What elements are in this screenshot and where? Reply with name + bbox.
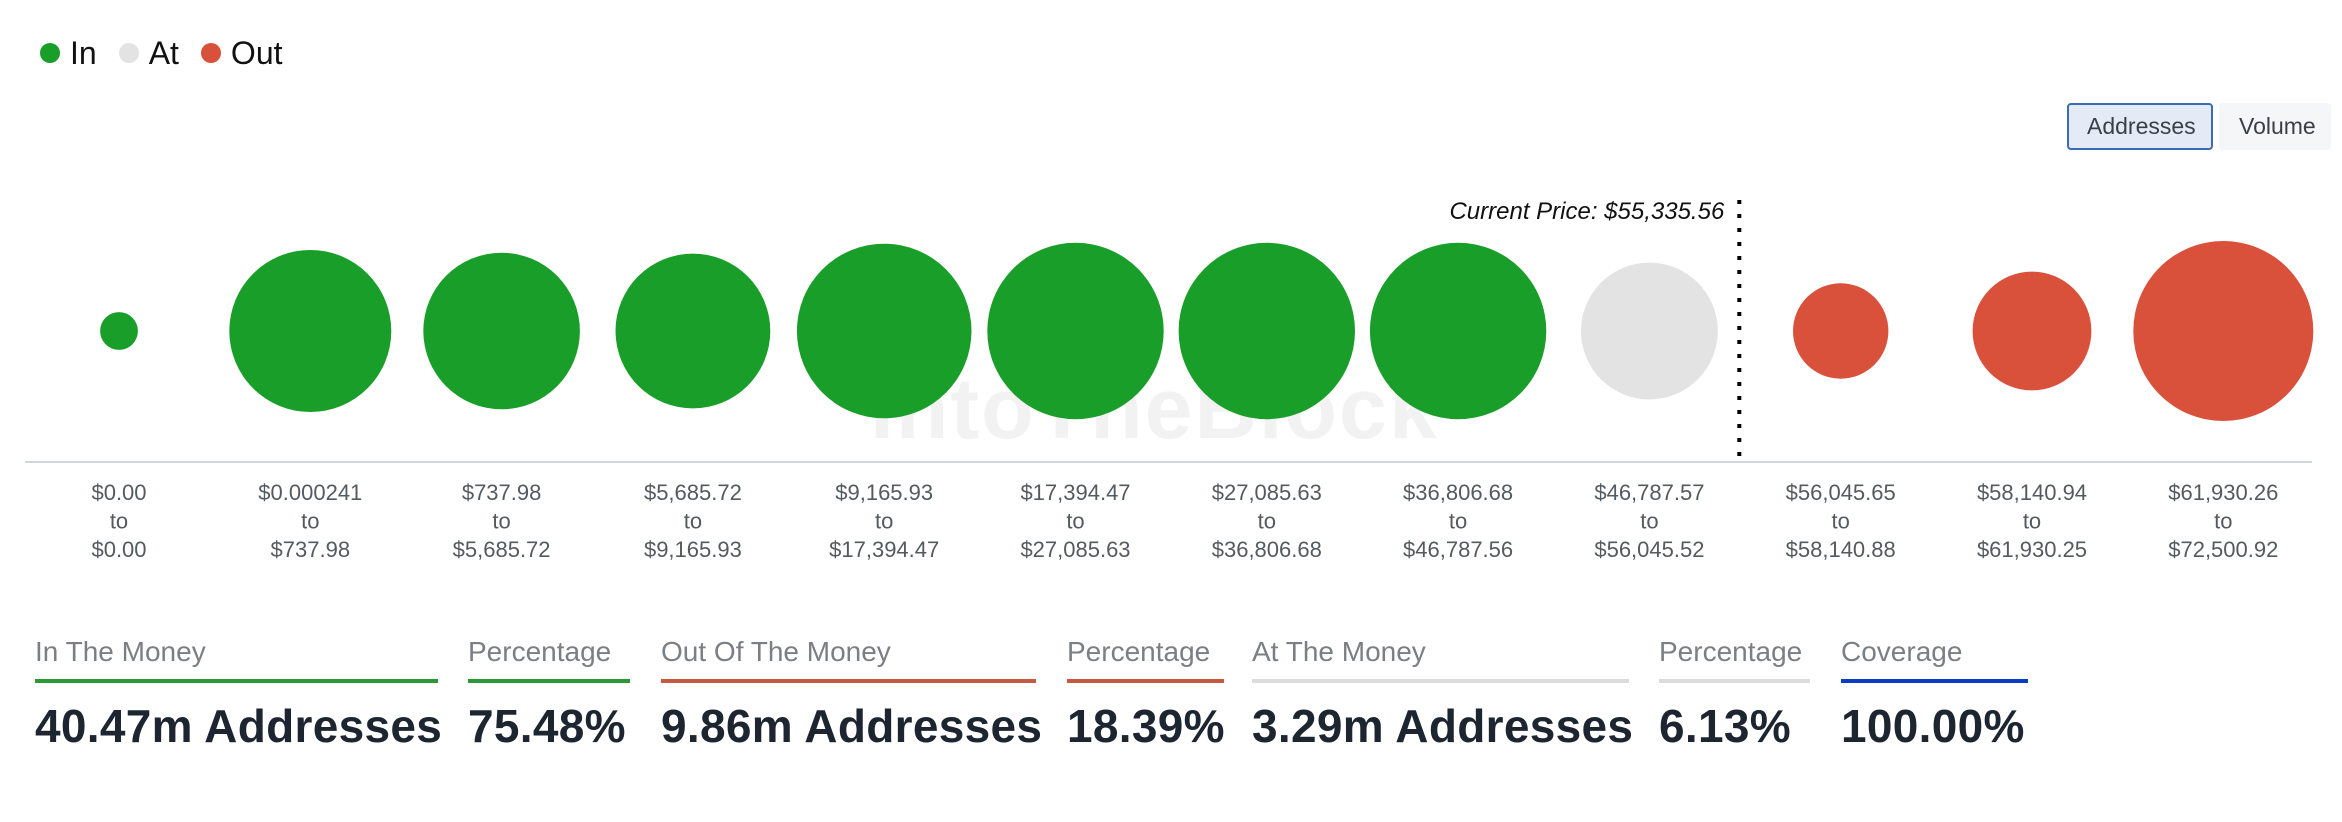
- tick-label-from: $56,045.65: [1786, 480, 1896, 505]
- tick-label-from: $36,806.68: [1403, 480, 1513, 505]
- tick-label-to: $0.00: [91, 537, 146, 562]
- stat-out-percentage: Percentage 18.39%: [1067, 630, 1225, 753]
- tick-label-to: $737.98: [271, 537, 351, 562]
- money-stats: In The Money 40.47m Addresses Percentage…: [0, 630, 2342, 780]
- bubble-in[interactable]: [796, 243, 972, 419]
- tick-label-from: $58,140.94: [1977, 480, 2087, 505]
- tick-label-joiner: to: [1258, 509, 1276, 534]
- bubble-in[interactable]: [987, 242, 1164, 420]
- bubble-chart: Current Price: $55,335.56 $0.00to$0.00$0…: [25, 198, 2314, 562]
- stat-label: Percentage: [1067, 636, 1211, 667]
- stat-label: Percentage: [468, 636, 612, 667]
- tick-label-from: $0.000241: [258, 480, 362, 505]
- stat-in-the-money: In The Money 40.47m Addresses: [35, 630, 443, 753]
- stat-out-of-the-money: Out Of The Money 9.86m Addresses: [661, 630, 1043, 753]
- tick-label-to: $46,787.56: [1403, 537, 1513, 562]
- tick-label-from: $9,165.93: [835, 480, 933, 505]
- bubble-out[interactable]: [1972, 271, 2092, 391]
- tick-label-to: $27,085.63: [1020, 537, 1130, 562]
- tick-label-joiner: to: [1066, 509, 1084, 534]
- stat-value: 3.29m Addresses: [1252, 700, 1634, 752]
- tick-label-to: $58,140.88: [1786, 537, 1896, 562]
- bubble-in[interactable]: [1369, 242, 1547, 420]
- tick-label-joiner: to: [2214, 509, 2232, 534]
- tick-label-joiner: to: [1832, 509, 1850, 534]
- tick-label-to: $17,394.47: [829, 537, 939, 562]
- bubble-in[interactable]: [423, 252, 580, 410]
- stat-value: 18.39%: [1067, 700, 1225, 752]
- tick-label-joiner: to: [684, 509, 702, 534]
- bubble-out[interactable]: [2133, 241, 2314, 421]
- tick-label-to: $56,045.52: [1594, 537, 1704, 562]
- stat-bar: [1252, 679, 1629, 683]
- tick-label-from: $5,685.72: [644, 480, 742, 505]
- bubble-in[interactable]: [615, 253, 771, 409]
- stat-label: Percentage: [1659, 636, 1803, 667]
- stat-value: 40.47m Addresses: [35, 700, 443, 752]
- stat-bar: [468, 679, 630, 683]
- current-price-label: Current Price: $55,335.56: [1449, 198, 1724, 225]
- stat-coverage: Coverage 100.00%: [1841, 630, 2028, 753]
- tick-label-joiner: to: [2023, 509, 2041, 534]
- stat-value: 9.86m Addresses: [661, 700, 1043, 752]
- tick-label-from: $61,930.26: [2168, 480, 2278, 505]
- tick-label-to: $5,685.72: [453, 537, 551, 562]
- stat-value: 100.00%: [1841, 700, 2025, 752]
- stat-bar: [1067, 679, 1224, 683]
- stat-bar: [661, 679, 1036, 683]
- tick-label-from: $46,787.57: [1594, 480, 1704, 505]
- stat-at-percentage: Percentage 6.13%: [1659, 630, 1810, 753]
- bubbles-group: [100, 241, 2314, 421]
- tick-label-to: $72,500.92: [2168, 537, 2278, 562]
- stat-label: At The Money: [1252, 636, 1426, 667]
- tick-label-joiner: to: [1640, 509, 1658, 534]
- stat-label: Out Of The Money: [661, 636, 891, 667]
- tick-label-to: $9,165.93: [644, 537, 742, 562]
- stat-in-percentage: Percentage 75.48%: [468, 630, 630, 753]
- bubble-out[interactable]: [1793, 283, 1889, 379]
- tick-label-from: $27,085.63: [1212, 480, 1322, 505]
- x-tick-labels: $0.00 to $0.00 $0.000241 to $737.98 $737.98 to $…: [91, 480, 2278, 562]
- tick-label-from: $17,394.47: [1020, 480, 1130, 505]
- tick-label-to: $36,806.68: [1212, 537, 1322, 562]
- stat-label: In The Money: [35, 636, 206, 667]
- tick-label-from: $737.98: [462, 480, 542, 505]
- tick-label-joiner: to: [1449, 509, 1467, 534]
- bubble-in[interactable]: [100, 312, 138, 350]
- tick-label-joiner: to: [301, 509, 319, 534]
- tick-label-joiner: to: [492, 509, 510, 534]
- bubble-at[interactable]: [1581, 262, 1718, 400]
- stat-bar: [1659, 679, 1810, 683]
- bubble-in[interactable]: [229, 250, 392, 412]
- stat-value: 75.48%: [468, 700, 626, 752]
- stat-bar: [35, 679, 438, 683]
- tick-label-to: $61,930.25: [1977, 537, 2087, 562]
- stat-value: 6.13%: [1659, 700, 1791, 752]
- stat-bar: [1841, 679, 2028, 683]
- stat-label: Coverage: [1841, 636, 1963, 667]
- tick-label-joiner: to: [110, 509, 128, 534]
- bubble-in[interactable]: [1178, 242, 1356, 420]
- tick-label-from: $0.00: [91, 480, 146, 505]
- stat-at-the-money: At The Money 3.29m Addresses: [1252, 630, 1634, 753]
- tick-label-joiner: to: [875, 509, 893, 534]
